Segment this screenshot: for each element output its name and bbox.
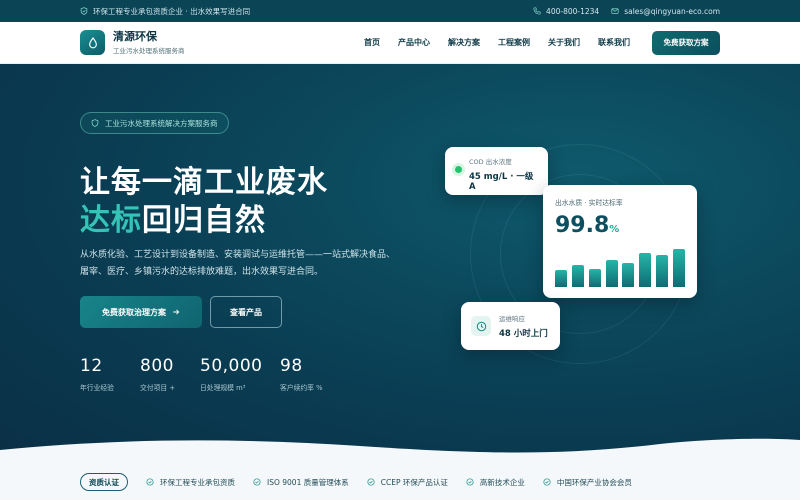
stat-label: 客户续约率 % bbox=[280, 384, 323, 392]
shield-icon bbox=[91, 119, 99, 127]
check-circle-icon bbox=[466, 478, 474, 486]
cert-label: 高新技术企业 bbox=[479, 477, 525, 487]
quality-value: 99.8% bbox=[555, 213, 685, 238]
check-circle-icon bbox=[367, 478, 375, 486]
quality-bar bbox=[673, 249, 685, 287]
hero-section: 工业污水处理系统解决方案服务商 让每一滴工业废水 达标回归自然 从水质化验、工艺… bbox=[0, 64, 800, 464]
nav-item-contact[interactable]: 联系我们 bbox=[598, 37, 630, 48]
water-quality-card: 出水水质 · 实时达标率 99.8% bbox=[543, 185, 697, 298]
phone-link[interactable]: 400-800-1234 bbox=[533, 7, 599, 16]
logo[interactable] bbox=[80, 30, 105, 55]
water-drop-icon bbox=[88, 36, 97, 48]
certification-tag: 资质认证 bbox=[80, 473, 128, 491]
response-title: 运维响应 bbox=[499, 315, 525, 323]
quality-bar bbox=[622, 262, 635, 287]
badge-text: 工业污水处理系统解决方案服务商 bbox=[105, 118, 218, 128]
stat-label: 年行业经验 bbox=[80, 384, 114, 392]
quality-bar bbox=[605, 259, 618, 287]
check-circle-icon bbox=[543, 478, 551, 486]
stat-label: 交付项目 + bbox=[140, 384, 176, 392]
cert-item: ISO 9001 质量管理体系 bbox=[253, 477, 349, 488]
brand-subtitle: 工业污水处理系统服务商 bbox=[113, 47, 185, 55]
arrow-right-icon bbox=[173, 309, 180, 315]
primary-cta-button[interactable]: 免费获取治理方案 bbox=[80, 296, 202, 328]
nav-item-cases[interactable]: 工程案例 bbox=[498, 37, 530, 48]
nav-item-solutions[interactable]: 解决方案 bbox=[448, 37, 480, 48]
stat-value: 50,000 bbox=[200, 356, 263, 376]
quality-bar bbox=[656, 255, 669, 287]
quality-bar bbox=[555, 270, 567, 287]
header-cta-button[interactable]: 免费获取方案 bbox=[652, 30, 720, 55]
cert-label: 环保工程专业承包资质 bbox=[160, 477, 235, 487]
quality-bar-chart bbox=[555, 243, 685, 287]
top-info-bar: 环保工程专业承包资质企业 · 出水效果写进合同 400-800-1234 sal… bbox=[0, 0, 800, 22]
nav-item-home[interactable]: 首页 bbox=[364, 37, 380, 48]
cert-label: ISO 9001 质量管理体系 bbox=[267, 477, 349, 487]
nav-item-products[interactable]: 产品中心 bbox=[398, 37, 430, 48]
cert-item: CCEP 环保产品认证 bbox=[367, 477, 448, 488]
cert-label: CCEP 环保产品认证 bbox=[380, 477, 448, 487]
quality-title: 出水水质 · 实时达标率 bbox=[555, 199, 623, 207]
cert-item: 高新技术企业 bbox=[466, 477, 525, 488]
stat-value: 12 bbox=[80, 356, 103, 376]
wave-divider bbox=[0, 438, 800, 464]
phone-number: 400-800-1234 bbox=[546, 6, 600, 16]
status-dot-icon bbox=[455, 166, 462, 173]
clock-icon bbox=[471, 316, 491, 336]
brand-name: 清源环保 bbox=[113, 30, 157, 43]
top-slogan: 环保工程专业承包资质企业 · 出水效果写进合同 bbox=[80, 6, 250, 17]
hero-title-accent: 达标 bbox=[80, 203, 142, 238]
phone-icon bbox=[533, 7, 541, 15]
slogan-text: 环保工程专业承包资质企业 · 出水效果写进合同 bbox=[93, 6, 251, 16]
response-value: 48 小时上门 bbox=[499, 329, 548, 339]
quality-number: 99.8 bbox=[555, 213, 610, 238]
site-header: 清源环保 工业污水处理系统服务商 首页 产品中心 解决方案 工程案例 关于我们 … bbox=[0, 22, 800, 64]
hero-description: 从水质化验、工艺设计到设备制造、安装调试与运维托管——一站式解决食品、屠宰、医疗… bbox=[80, 250, 396, 277]
quality-unit: % bbox=[609, 224, 620, 235]
view-products-button[interactable]: 查看产品 bbox=[210, 296, 282, 328]
hero-title-line2: 达标回归自然 bbox=[80, 195, 266, 239]
response-card: 运维响应 48 小时上门 bbox=[461, 302, 560, 350]
email-link[interactable]: sales@qingyuan-eco.com bbox=[611, 7, 720, 16]
stat-value: 98 bbox=[280, 356, 303, 376]
quality-bar bbox=[639, 252, 652, 287]
cert-item: 环保工程专业承包资质 bbox=[146, 477, 235, 488]
quality-bar bbox=[588, 269, 601, 287]
email-address: sales@qingyuan-eco.com bbox=[624, 6, 720, 16]
stat-years: 12 年行业经验 bbox=[80, 356, 114, 392]
cod-card: COD 出水浓度 45 mg/L · 一级A bbox=[445, 147, 548, 195]
hero-title-rest: 回归自然 bbox=[142, 203, 266, 238]
stat-projects: 800 交付项目 + bbox=[140, 356, 175, 392]
shield-check-icon bbox=[80, 7, 88, 15]
check-circle-icon bbox=[253, 478, 261, 486]
cert-label: 中国环保产业协会会员 bbox=[556, 477, 632, 487]
quality-bar bbox=[571, 265, 584, 287]
hero-badge: 工业污水处理系统解决方案服务商 bbox=[80, 112, 229, 134]
cod-title: COD 出水浓度 bbox=[469, 158, 512, 166]
brand: 清源环保 工业污水处理系统服务商 bbox=[113, 30, 185, 55]
main-nav: 首页 产品中心 解决方案 工程案例 关于我们 联系我们 bbox=[364, 37, 630, 48]
cod-value: 45 mg/L · 一级A bbox=[469, 172, 534, 192]
stat-value: 800 bbox=[140, 356, 174, 376]
stat-renewal: 98 客户续约率 % bbox=[280, 356, 323, 392]
cert-item: 中国环保产业协会会员 bbox=[543, 477, 632, 488]
check-circle-icon bbox=[146, 478, 154, 486]
nav-item-about[interactable]: 关于我们 bbox=[548, 37, 580, 48]
primary-cta-label: 免费获取治理方案 bbox=[102, 307, 166, 317]
mail-icon bbox=[611, 8, 619, 14]
certification-bar: 资质认证 环保工程专业承包资质 ISO 9001 质量管理体系 CCEP 环保产… bbox=[0, 464, 800, 500]
stat-label: 日处理规模 m³ bbox=[200, 384, 246, 392]
stat-capacity: 50,000 日处理规模 m³ bbox=[200, 356, 262, 392]
